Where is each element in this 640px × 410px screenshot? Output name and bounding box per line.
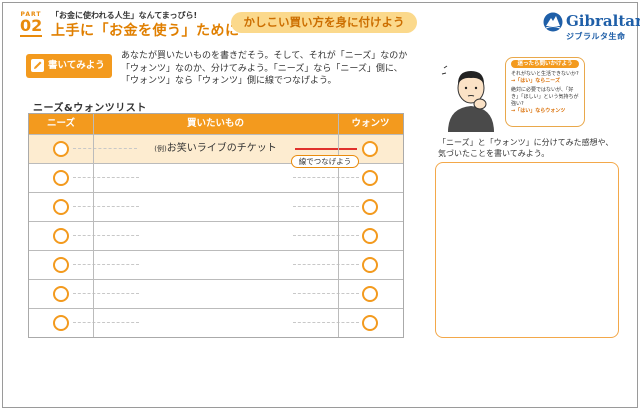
helper-answer-text: 「はい」ならウォンツ	[515, 108, 566, 114]
column-divider	[93, 114, 94, 337]
item-write-area[interactable]	[139, 196, 291, 218]
header-needs: ニーズ	[46, 118, 76, 129]
dashed-guide	[293, 264, 359, 265]
table-header: ニーズ 買いたいもの ウォンツ	[29, 114, 403, 134]
needs-connector-circle[interactable]	[53, 228, 69, 244]
wants-connector-circle[interactable]	[362, 170, 378, 186]
example-item-name: お笑いライブのチケット	[166, 143, 277, 154]
needs-wants-table: ニーズ 買いたいもの ウォンツ (例)お笑いライブのチケット線でつなげよう	[28, 113, 404, 338]
helper-bubble: 迷ったら問いかけよう それがないと生活できないか? →「はい」ならニーズ 絶対に…	[505, 57, 585, 127]
part-number-mark: PART 02	[20, 11, 42, 37]
instruction-line: あなたが買いたいものを書きだそう。そして、それが「ニーズ」なのか	[121, 51, 408, 61]
connect-tag: 線でつなげよう	[291, 155, 359, 168]
column-divider	[338, 114, 339, 337]
needs-connector-circle[interactable]	[53, 257, 69, 273]
needs-connector-circle[interactable]	[53, 170, 69, 186]
wants-connector-circle[interactable]	[362, 228, 378, 244]
item-write-area[interactable]	[139, 283, 291, 305]
instructions: あなたが買いたいものを書きだそう。そして、それが「ニーズ」なのか 「ウォンツ」な…	[121, 50, 426, 88]
rock-logo-icon	[543, 12, 563, 32]
reflection-write-box[interactable]	[435, 162, 619, 338]
helper-title: 迷ったら問いかけよう	[511, 60, 579, 68]
pencil-icon	[31, 59, 44, 72]
needs-connector-circle[interactable]	[53, 199, 69, 215]
logo-name: Gibraltar	[566, 12, 640, 30]
connect-line	[295, 148, 357, 150]
helper-answer: →「はい」ならニーズ	[511, 78, 579, 85]
write-badge: 書いてみよう	[26, 54, 112, 78]
item-write-area[interactable]	[139, 167, 291, 189]
dashed-guide	[73, 235, 139, 236]
table-row	[29, 221, 403, 250]
wants-connector-circle[interactable]	[362, 141, 378, 157]
dashed-guide	[73, 264, 139, 265]
gibraltar-logo: Gibraltar ジブラルタ生命	[543, 11, 640, 42]
reflection-line: 気づいたことを書いてみよう。	[438, 149, 550, 158]
instruction-line: 「ウォンツ」なのか、分けてみよう。「ニーズ」なら「ニーズ」側に、	[121, 63, 403, 74]
instruction-line: 「ウォンツ」なら「ウォンツ」側に線でつなげよう。	[121, 76, 337, 86]
dashed-guide	[293, 177, 359, 178]
dashed-guide	[73, 293, 139, 294]
header-item: 買いたいもの	[186, 118, 244, 129]
dashed-guide	[73, 148, 137, 149]
table-row	[29, 192, 403, 221]
theme-pill: かしこい買い方を身に付けよう	[231, 12, 417, 33]
table-row	[29, 279, 403, 308]
part-underline	[20, 35, 42, 37]
dashed-guide	[73, 322, 139, 323]
needs-connector-circle[interactable]	[53, 286, 69, 302]
item-write-area[interactable]	[139, 225, 291, 247]
dashed-guide	[293, 235, 359, 236]
dashed-guide	[293, 206, 359, 207]
example-prefix: (例)	[154, 145, 167, 153]
needs-connector-circle[interactable]	[53, 315, 69, 331]
helper-question: それがないと生活できないか?	[511, 71, 579, 77]
wants-connector-circle[interactable]	[362, 286, 378, 302]
example-row: (例)お笑いライブのチケット線でつなげよう	[29, 134, 403, 168]
header-wants: ウォンツ	[351, 118, 390, 129]
item-write-area[interactable]	[139, 312, 291, 334]
reflection-line: 「ニーズ」と「ウォンツ」に分けてみた感想や、	[438, 138, 614, 147]
thinking-person-illustration	[441, 65, 494, 132]
write-badge-label: 書いてみよう	[48, 60, 105, 71]
dashed-guide	[73, 177, 139, 178]
helper-answer-text: 「はい」ならニーズ	[515, 78, 560, 84]
logo-sub: ジブラルタ生命	[566, 32, 626, 41]
reflection-prompt: 「ニーズ」と「ウォンツ」に分けてみた感想や、 気づいたことを書いてみよう。	[438, 137, 628, 159]
wants-connector-circle[interactable]	[362, 257, 378, 273]
table-row	[29, 250, 403, 279]
dashed-guide	[73, 206, 139, 207]
helper-question: 絶対に必要ではないが、「好き」「ほしい」という気持ちが強い?	[511, 87, 579, 107]
table-row	[29, 308, 403, 337]
dashed-guide	[293, 293, 359, 294]
dashed-guide	[293, 322, 359, 323]
part-number: 02	[20, 16, 43, 35]
wants-connector-circle[interactable]	[362, 315, 378, 331]
helper-answer: →「はい」ならウォンツ	[511, 108, 579, 115]
needs-connector-circle[interactable]	[53, 141, 69, 157]
item-write-area[interactable]	[139, 254, 291, 276]
page-title: 上手に「お金を使う」ために	[51, 23, 240, 39]
wants-connector-circle[interactable]	[362, 199, 378, 215]
list-title: ニーズ&ウォンツリスト	[33, 103, 147, 114]
